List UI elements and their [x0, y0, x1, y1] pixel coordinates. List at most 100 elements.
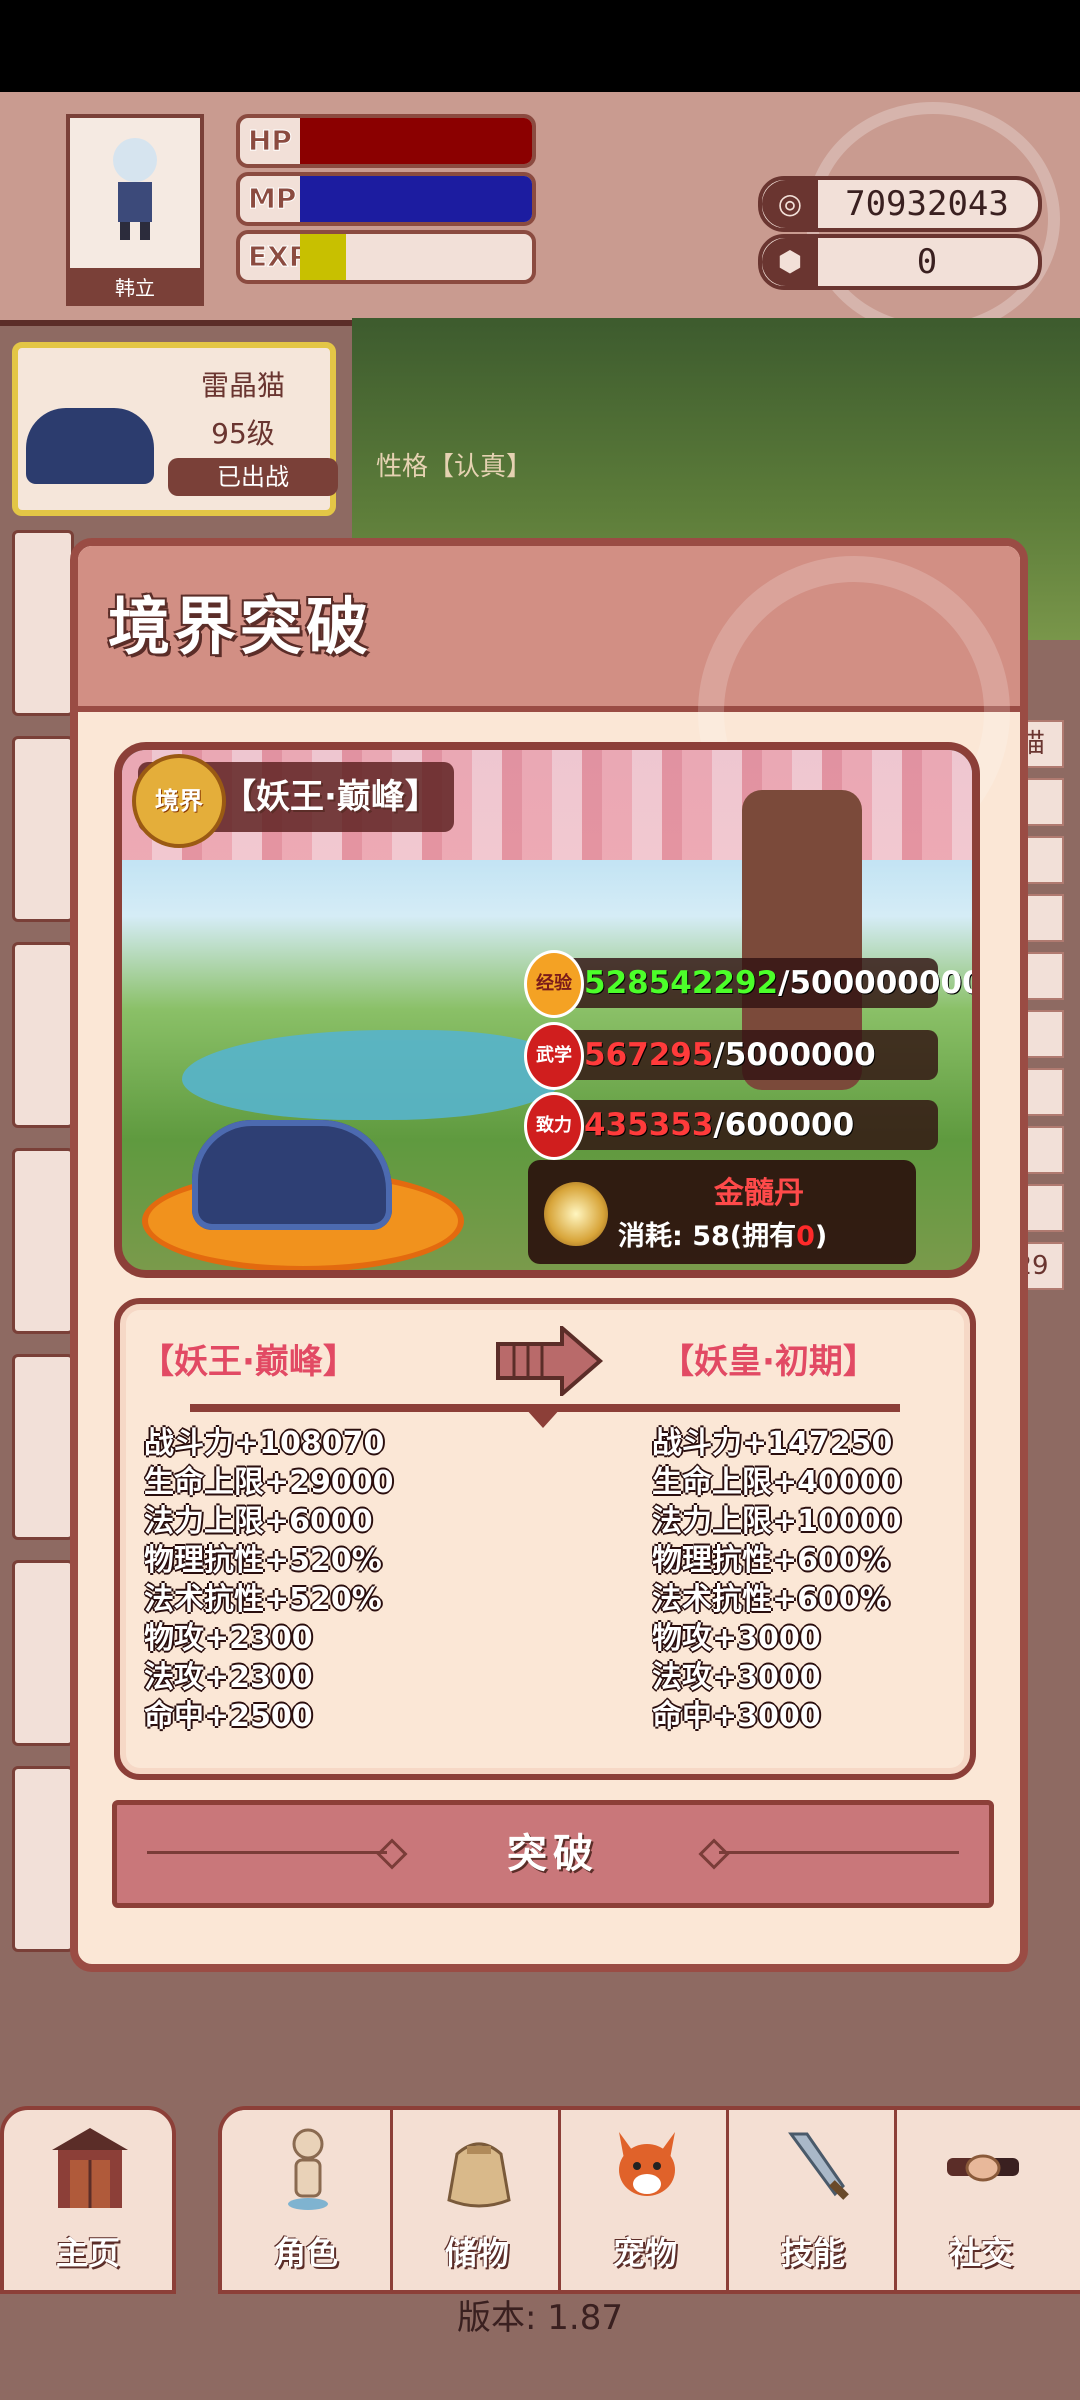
trait-label: 性格【认真】: [376, 452, 533, 482]
mp-fill: [300, 176, 532, 222]
pet-list-item[interactable]: [12, 1148, 74, 1334]
stat-line: 物攻+3000: [652, 1621, 821, 1656]
power-current: 435353: [584, 1107, 714, 1143]
realm-emblem-icon: 境界: [132, 754, 226, 848]
pill-cost-prefix: 消耗: 58(拥有: [618, 1221, 797, 1252]
stat-line: 法力上限+6000: [144, 1504, 373, 1539]
nav-label: 宠物: [612, 2234, 677, 2272]
next-stats-list: 战斗力+147250 生命上限+40000 法力上限+10000 物理抗性+60…: [652, 1424, 982, 1734]
stat-line: 法攻+3000: [652, 1660, 821, 1695]
pet-fox-icon: [619, 2132, 675, 2196]
stat-line: 生命上限+29000: [144, 1465, 394, 1500]
exp-requirement-value: 528542292/500000000: [584, 958, 972, 1008]
dialog-title: 境界突破: [108, 590, 373, 663]
exp-fill: [300, 234, 346, 280]
martial-current: 567295: [584, 1037, 714, 1073]
nav-storage[interactable]: 储物: [390, 2110, 561, 2290]
status-bar: [0, 0, 1080, 92]
hp-bar: HP: [236, 114, 536, 168]
pet-list-item[interactable]: [12, 1766, 74, 1952]
pill-cost-box[interactable]: 金髓丹 消耗: 58(拥有0): [528, 1160, 916, 1264]
pet-list-item[interactable]: [12, 530, 74, 716]
pill-name: 金髓丹: [714, 1176, 804, 1211]
martial-requirement-value: 567295/5000000: [584, 1030, 876, 1080]
current-realm-badge: 境界 【妖王·巅峰】: [132, 754, 454, 848]
arrow-right-icon: [496, 1326, 604, 1396]
stat-line: 命中+3000: [652, 1699, 821, 1734]
hp-label: HP: [248, 124, 293, 158]
stat-line: 物理抗性+520%: [144, 1543, 382, 1578]
exp-bar: EXP: [236, 230, 536, 284]
stat-line: 生命上限+40000: [652, 1465, 902, 1500]
social-handshake-icon: [947, 2154, 1019, 2182]
realm-comparison-panel: 【妖王·巅峰】 【妖皇·初期】 战斗力+108070 生命上限+29000 法力…: [114, 1298, 976, 1780]
martial-icon: 武学: [524, 1022, 584, 1090]
exp-icon: 经验: [524, 950, 584, 1018]
player-header: 韩立 HP MP EXP ◎ 70932043 ⬢ 0: [0, 92, 1080, 336]
nav-label: 主页: [55, 2234, 120, 2272]
power-requirement-value: 435353/600000: [584, 1100, 854, 1150]
thunder-cat-sprite: [192, 1120, 392, 1230]
breakthrough-button[interactable]: 突破: [112, 1800, 994, 1908]
bottom-nav: 主页 角色 储物 宠物 技能 社交: [0, 2106, 1080, 2294]
avatar-figure-icon: [113, 138, 157, 240]
nav-tab-group: 角色 储物 宠物 技能 社交: [218, 2106, 1080, 2294]
stat-line: 命中+2500: [144, 1699, 313, 1734]
pill-cost: 消耗: 58(拥有0): [618, 1214, 827, 1253]
current-stats-list: 战斗力+108070 生命上限+29000 法力上限+6000 物理抗性+520…: [144, 1424, 474, 1734]
pill-owned-count: 0: [796, 1221, 815, 1252]
pet-list: [12, 530, 74, 1952]
power-required: /600000: [713, 1107, 855, 1143]
current-realm-text: 【妖王·巅峰】: [222, 777, 439, 817]
pet-list-item[interactable]: [12, 1560, 74, 1746]
breakthrough-button-label: 突破: [507, 1831, 599, 1877]
nav-skills[interactable]: 技能: [726, 2110, 897, 2290]
currency-gems[interactable]: ⬢ 0: [758, 234, 1042, 290]
nav-social[interactable]: 社交: [894, 2110, 1065, 2290]
nav-pet[interactable]: 宠物: [558, 2110, 729, 2290]
golden-pill-icon: [544, 1182, 608, 1246]
next-realm-title: 【妖皇·初期】: [660, 1342, 877, 1382]
stat-line: 法术抗性+520%: [144, 1582, 382, 1617]
nav-label: 社交: [948, 2234, 1013, 2272]
martial-required: /5000000: [713, 1037, 876, 1073]
pet-list-item[interactable]: [12, 1354, 74, 1540]
nav-character[interactable]: 角色: [222, 2110, 390, 2290]
current-realm-title: 【妖王·巅峰】: [140, 1342, 357, 1382]
gem-icon: ⬢: [762, 238, 818, 286]
pet-thumbnail: [26, 408, 154, 484]
power-icon: 致力: [524, 1092, 584, 1160]
stat-line: 物理抗性+600%: [652, 1543, 890, 1578]
nav-label: 储物: [444, 2234, 509, 2272]
currency-gems-value: 0: [916, 242, 938, 282]
version-label: 版本: 1.87: [457, 2298, 623, 2338]
pet-list-item[interactable]: [12, 942, 74, 1128]
player-avatar[interactable]: [66, 114, 204, 272]
divider-notch: [525, 1408, 561, 1428]
dialog-header: 境界突破: [78, 546, 1020, 868]
river: [182, 1030, 562, 1120]
coin-icon: ◎: [762, 180, 818, 228]
home-gate-icon: [52, 2128, 128, 2208]
stat-line: 法术抗性+600%: [652, 1582, 890, 1617]
stat-line: 法攻+2300: [144, 1660, 313, 1695]
mp-bar: MP: [236, 172, 536, 226]
stat-line: 物攻+2300: [144, 1621, 313, 1656]
stat-line: 战斗力+147250: [652, 1426, 893, 1461]
power-requirement-row: 致力 435353/600000: [524, 1092, 938, 1160]
nav-home[interactable]: 主页: [0, 2106, 176, 2294]
pet-status-button[interactable]: 已出战: [168, 458, 338, 496]
pet-list-item[interactable]: [12, 736, 74, 922]
character-icon: [288, 2128, 328, 2210]
currency-coins-value: 70932043: [845, 184, 1009, 224]
exp-requirement-row: 经验 528542292/500000000: [524, 950, 972, 1018]
currency-coins[interactable]: ◎ 70932043: [758, 176, 1042, 232]
martial-requirement-row: 武学 567295/5000000: [524, 1022, 938, 1090]
pet-card[interactable]: 雷晶猫 95级 已出战: [12, 342, 338, 516]
nav-label: 技能: [780, 2234, 845, 2272]
player-name: 韩立: [66, 270, 204, 306]
hp-fill: [300, 118, 532, 164]
storage-bag-icon: [447, 2142, 511, 2208]
realm-breakthrough-dialog: 境界突破 境界 【妖王·巅峰】 经验 528542292/500000000 武…: [70, 538, 1028, 1972]
nav-label: 角色: [273, 2234, 338, 2272]
